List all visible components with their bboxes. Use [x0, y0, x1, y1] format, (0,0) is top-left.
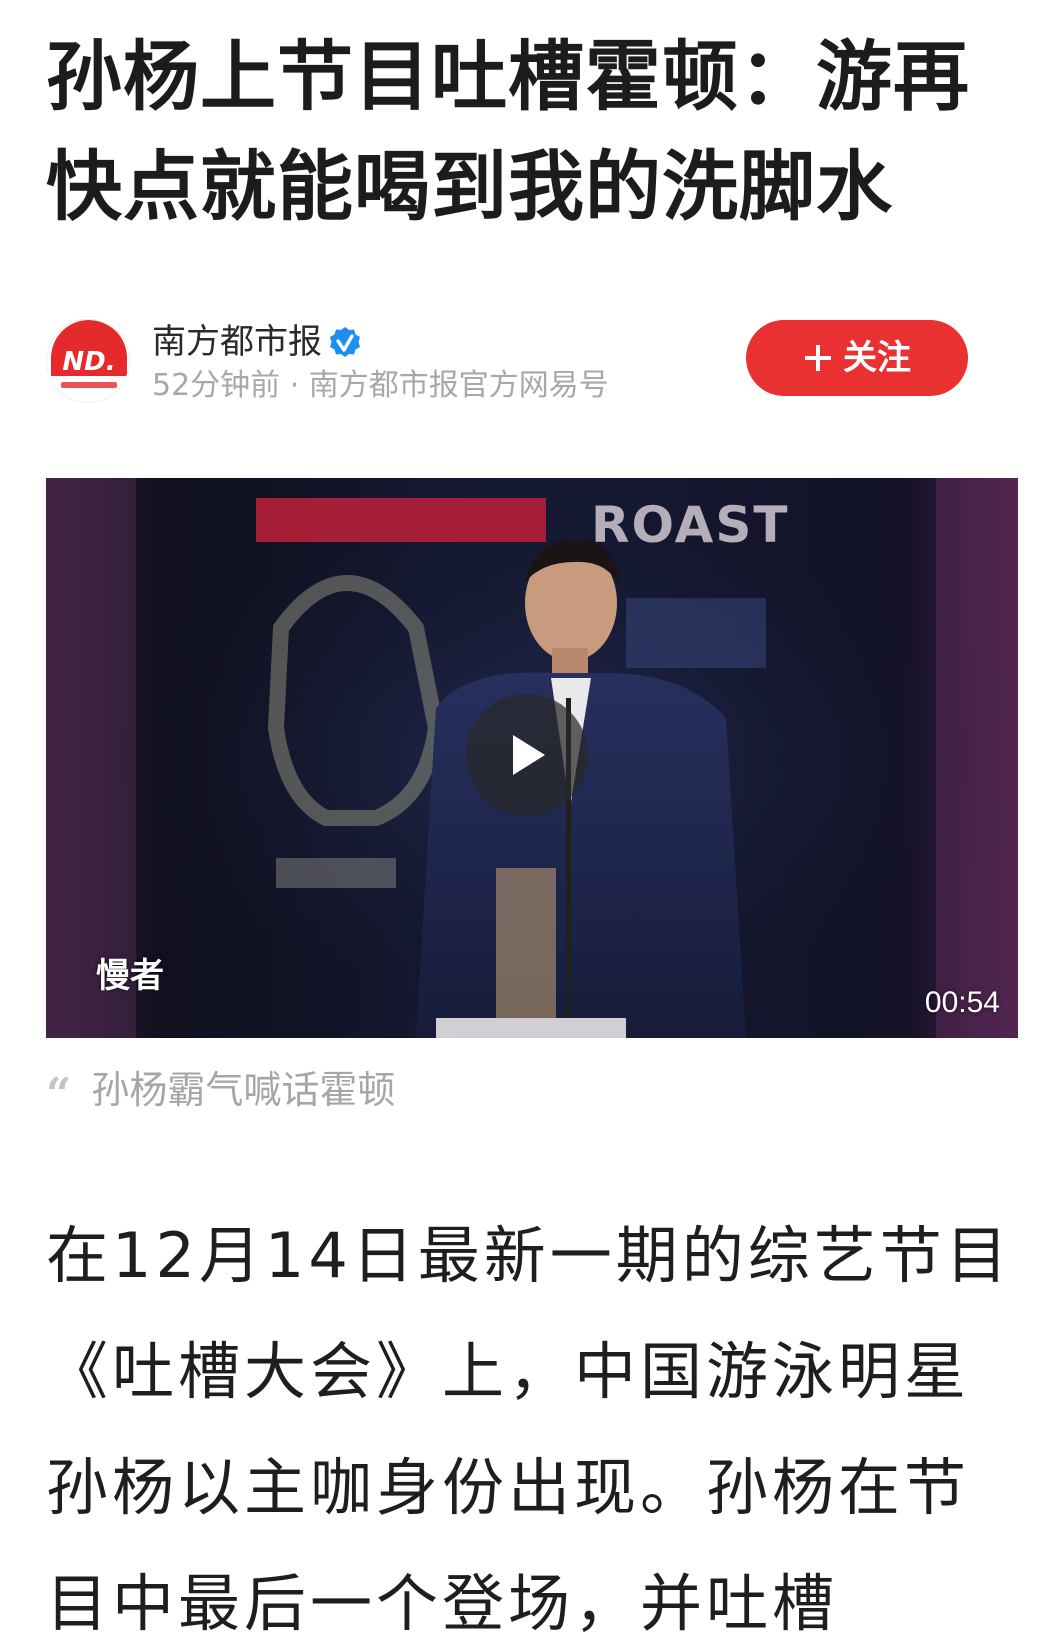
- follow-button[interactable]: 关注: [746, 320, 968, 396]
- verified-badge-icon: [330, 327, 360, 357]
- plus-icon: [805, 345, 831, 371]
- author-avatar[interactable]: ND.: [46, 319, 130, 403]
- caption-text: 孙杨霸气喊话霍顿: [91, 1068, 396, 1112]
- article-title: 孙杨上节目吐槽霍顿：游再快点就能喝到我的洗脚水: [46, 32, 970, 231]
- quote-icon: “: [46, 1069, 72, 1120]
- video-watermark: 慢者: [96, 956, 164, 996]
- video-player[interactable]: ROAST 慢者 00:54: [46, 478, 1018, 1038]
- avatar-logo-text: ND.: [62, 347, 115, 377]
- video-backdrop-text: ROAST: [591, 496, 790, 554]
- author-name[interactable]: 南方都市报: [152, 320, 322, 364]
- video-caption: “ 孙杨霸气喊话霍顿: [46, 1062, 395, 1118]
- article-body: 在12月14日最新一期的综艺节目《吐槽大会》上，中国游泳明星孙杨以主咖身份出现。…: [46, 1219, 1012, 1640]
- follow-label: 关注: [843, 338, 911, 378]
- author-row: ND. 南方都市报 52分钟前 · 南方都市报官方网易号 关注: [46, 318, 1018, 408]
- video-duration: 00:54: [924, 986, 1000, 1019]
- author-meta: 52分钟前 · 南方都市报官方网易号: [152, 368, 609, 403]
- play-icon: [513, 735, 545, 775]
- play-button[interactable]: [466, 694, 588, 816]
- nandu-logo-icon: ND.: [47, 320, 129, 402]
